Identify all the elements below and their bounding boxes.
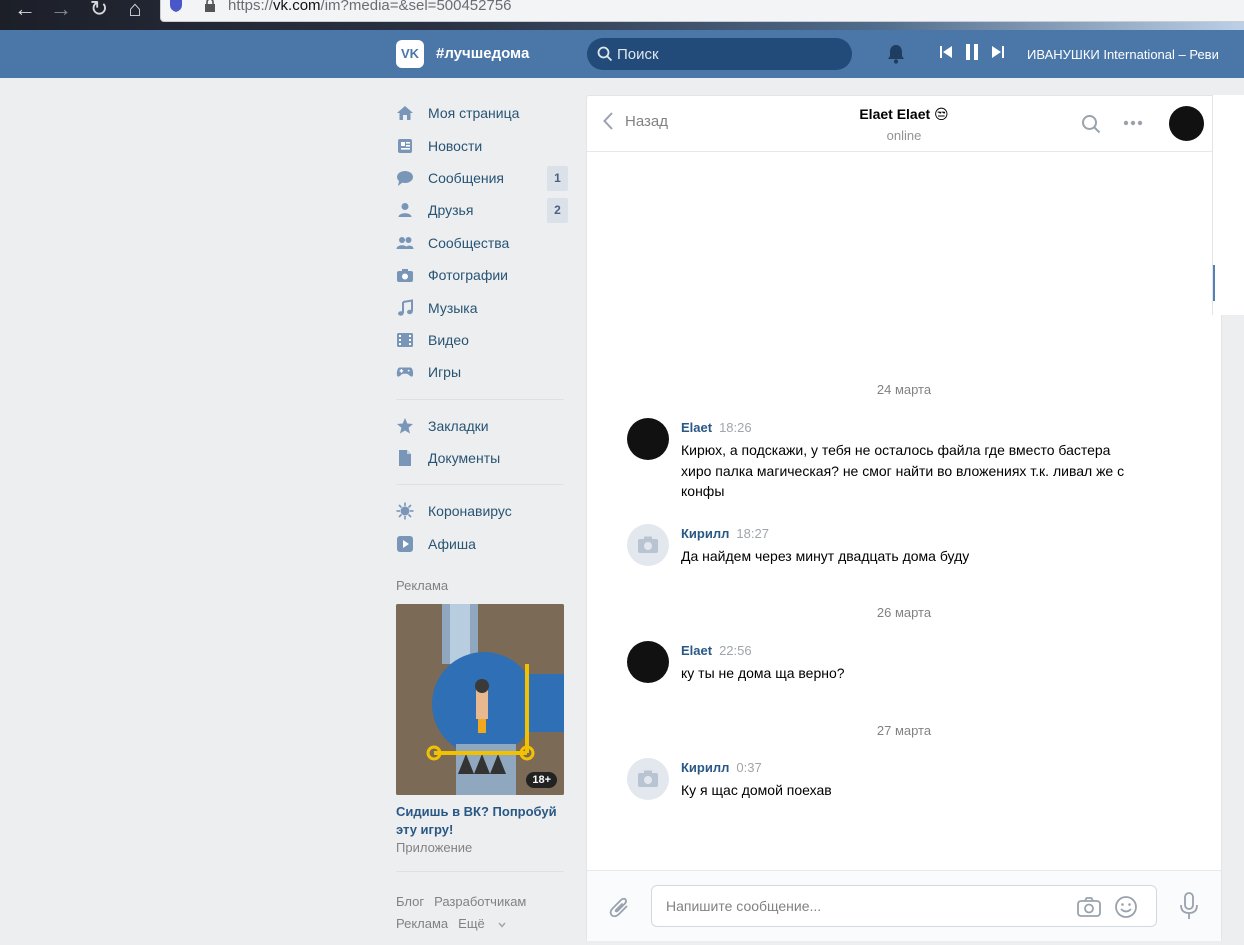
ad-subtitle: Приложение [396,840,473,855]
author-avatar[interactable] [627,418,669,460]
browser-home-icon[interactable]: ⌂ [120,0,150,24]
messages-icon [396,169,414,187]
home-icon [396,104,414,122]
play-icon [396,535,414,553]
chevron-down-icon [498,922,506,928]
sidebar-item-communities[interactable]: Сообщества [396,227,568,259]
news-icon [396,137,414,155]
chat-header: Назад Elaet Elaet 😒 online [587,96,1221,152]
right-conversation-strip [1212,95,1244,315]
peer-status: online [886,128,922,143]
communities-icon [396,234,414,252]
microphone-icon[interactable] [1179,892,1199,920]
message-time[interactable]: 18:26 [719,420,752,435]
sidebar-item-afisha[interactable]: Афиша [396,528,568,560]
left-nav: Моя страница Новости Сообщения 1 Друзья … [396,97,568,560]
camera-icon[interactable] [1076,896,1102,918]
lock-icon [205,0,215,12]
footer-link-more[interactable]: Ещё [458,916,506,931]
date-separator: 26 марта [876,605,932,620]
brand-hashtag[interactable]: #лучшедома [436,45,529,62]
now-playing-track[interactable]: ИВАНУШКИ International – Реви [1027,47,1244,62]
message-author[interactable]: Elaet [681,420,712,435]
shield-icon [170,0,182,12]
search-icon[interactable] [1081,114,1101,134]
sidebar-item-messages[interactable]: Сообщения 1 [396,162,568,194]
message-text: Ку я щас домой поехав [681,782,832,798]
footer-divider [396,871,564,872]
ad-game-image[interactable]: 18+ [396,604,564,795]
sidebar-item-friends[interactable]: Друзья 2 [396,194,568,226]
message-input[interactable] [666,896,1056,916]
sidebar-item-documents[interactable]: Документы [396,442,568,474]
nav-divider [396,398,564,400]
message-author[interactable]: Elaet [681,643,712,658]
message-text: Кирюх, а подскажи, у тебя не осталось фа… [681,442,1125,499]
message-text: Да найдем через минут двадцать дома буду [681,548,970,564]
message-time[interactable]: 22:56 [719,643,752,658]
camera-icon [638,536,658,553]
sidebar-item-news[interactable]: Новости [396,129,568,161]
footer-link-developers[interactable]: Разработчикам [434,894,526,909]
camera-icon [396,266,414,284]
attach-icon[interactable] [609,895,631,919]
browser-reload-icon[interactable]: ↻ [84,0,114,24]
sidebar-item-coronavirus[interactable]: Коронавирус [396,495,568,527]
date-separator: 24 марта [876,382,932,397]
peer-avatar[interactable] [1169,106,1204,141]
chat-panel: Назад Elaet Elaet 😒 online 24 марта Elae… [586,95,1222,941]
message-author[interactable]: Кирилл [681,760,729,775]
author-avatar[interactable] [627,524,669,566]
next-track-icon[interactable] [992,46,1004,58]
sidebar-item-video[interactable]: Видео [396,324,568,356]
sidebar-item-my-page[interactable]: Моя страница [396,97,568,129]
message-time[interactable]: 0:37 [736,760,761,775]
address-url[interactable]: https://vk.com/im?media=&sel=500452756 [228,0,512,14]
browser-forward-icon[interactable]: → [46,0,76,24]
message-author[interactable]: Кирилл [681,526,729,541]
sidebar-item-bookmarks[interactable]: Закладки [396,410,568,442]
vk-logo[interactable]: VK [396,40,424,68]
message-time[interactable]: 18:27 [736,526,769,541]
document-icon [396,449,414,467]
messages-count-badge: 1 [547,165,568,191]
browser-chrome: ← → ↻ ⌂ https://vk.com/im?media=&sel=500… [0,0,1244,30]
ad-heading: Реклама [396,578,449,593]
nav-divider [396,484,564,486]
sidebar-item-photos[interactable]: Фотографии [396,259,568,291]
search-icon [597,46,613,62]
ad-caption-link[interactable]: Сидишь в ВК? Попробуй эту игру! [396,803,564,839]
star-icon [396,417,414,435]
message-text: ку ты не дома ща верно? [681,665,845,681]
message-box[interactable] [651,885,1157,927]
virus-icon [396,502,414,520]
date-separator: 27 марта [876,723,932,738]
sidebar-item-games[interactable]: Игры [396,356,568,388]
more-options-icon[interactable] [1123,120,1143,126]
age-rating-badge: 18+ [526,772,557,788]
compose-bar [587,870,1221,941]
footer-link-blog[interactable]: Блог [396,894,424,909]
audio-player [940,44,1004,60]
pause-icon[interactable] [966,44,978,60]
sidebar-item-music[interactable]: Музыка [396,291,568,323]
search-input[interactable] [617,44,837,64]
active-conversation-indicator [1213,265,1215,301]
previous-track-icon[interactable] [940,46,952,58]
gamepad-icon [396,363,414,381]
browser-back-icon[interactable]: ← [10,0,40,24]
music-icon [396,298,414,317]
sidebar-footer: Блог Разработчикам Реклама Ещё [396,891,576,935]
footer-link-ads[interactable]: Реклама [396,916,448,931]
friends-count-badge: 2 [547,198,568,224]
emoji-icon[interactable] [1114,895,1138,919]
author-avatar[interactable] [627,641,669,683]
bell-icon[interactable] [885,43,907,65]
camera-icon [638,770,658,787]
friends-icon [396,201,414,219]
author-avatar[interactable] [627,758,669,800]
header-search[interactable] [587,38,852,70]
video-icon [396,331,414,349]
